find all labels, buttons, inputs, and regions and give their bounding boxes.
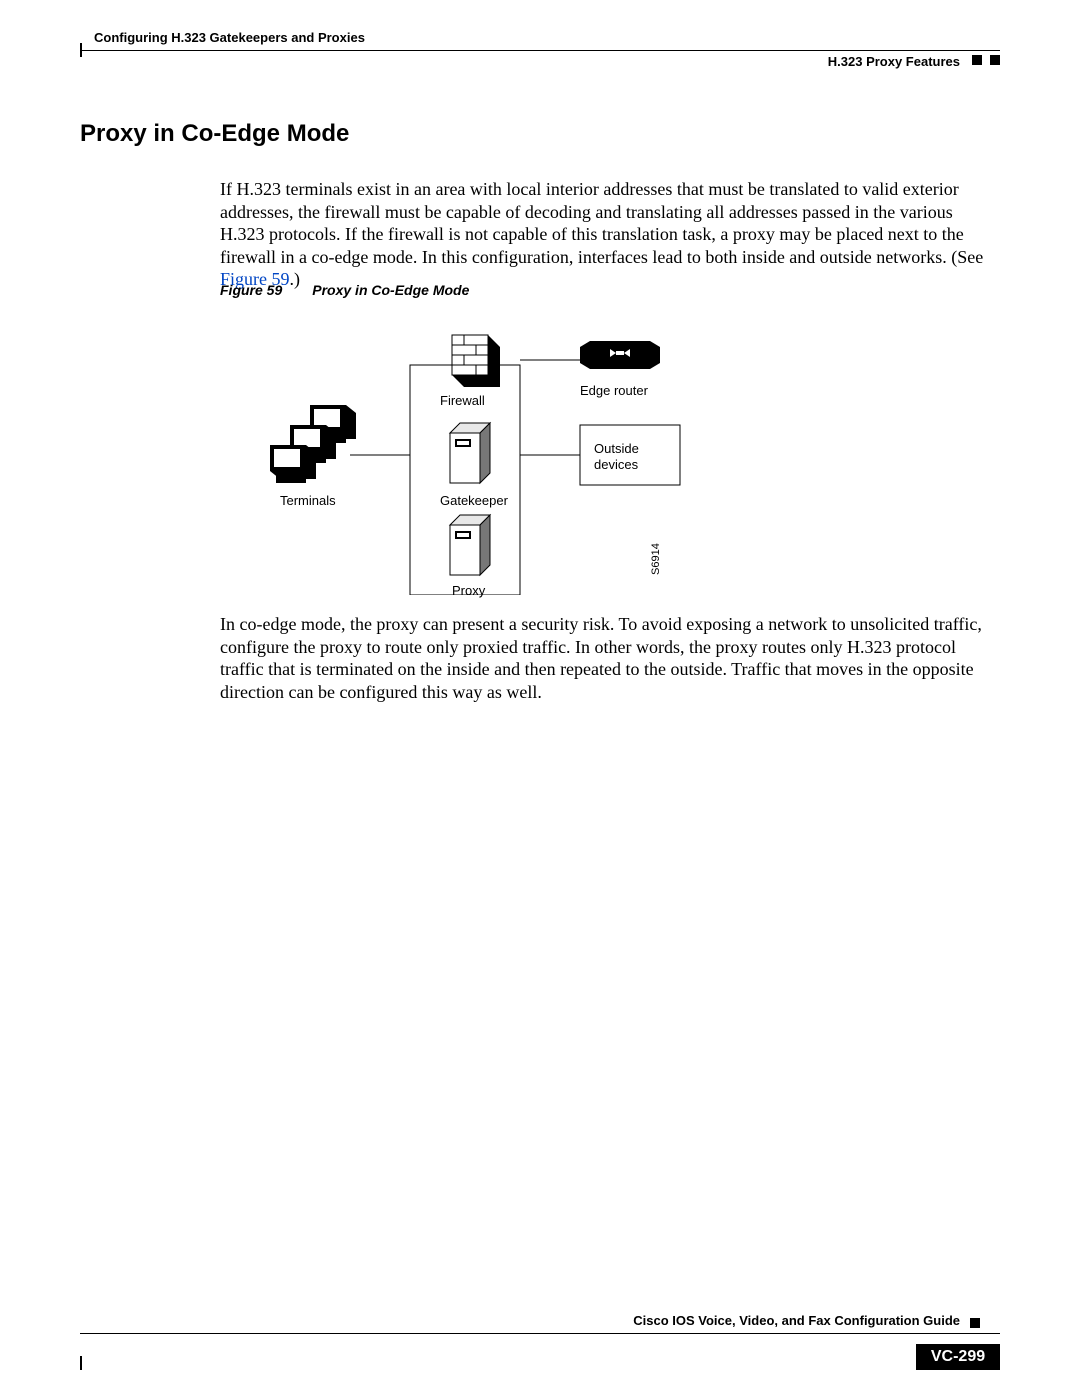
terminals-label: Terminals: [280, 493, 336, 508]
page: Configuring H.323 Gatekeepers and Proxie…: [80, 30, 1000, 1370]
header-chapter: Configuring H.323 Gatekeepers and Proxie…: [94, 30, 365, 45]
gatekeeper-label: Gatekeeper: [440, 493, 508, 508]
footer-rule: [80, 1333, 1000, 1334]
edge-router-label: Edge router: [580, 383, 648, 398]
intro-paragraph: If H.323 terminals exist in an area with…: [220, 178, 1000, 291]
terminals-icon: [270, 405, 356, 483]
diagram: Firewall Edge router Terminals Gatekeepe…: [220, 305, 740, 595]
header-section: H.323 Proxy Features: [828, 54, 960, 69]
figure-code: S6914: [650, 543, 662, 575]
footer-guide: Cisco IOS Voice, Video, and Fax Configur…: [633, 1313, 960, 1328]
edge-router-icon: [580, 341, 660, 369]
header-square-icon: [990, 55, 1000, 65]
proxy-icon: [450, 515, 490, 575]
header-rule: [80, 50, 1000, 51]
gatekeeper-icon: [450, 423, 490, 483]
firewall-icon: [452, 335, 500, 387]
figure-caption-label: Figure 59: [220, 282, 282, 298]
body-paragraph: In co-edge mode, the proxy can present a…: [220, 613, 1000, 703]
figure-caption: Figure 59 Proxy in Co-Edge Mode: [220, 282, 469, 298]
header-square-icon: [972, 55, 982, 65]
footer-square-icon: [970, 1318, 980, 1328]
figure-caption-title: Proxy in Co-Edge Mode: [312, 282, 469, 298]
firewall-label: Firewall: [440, 393, 485, 408]
diagram-svg: [220, 305, 740, 595]
intro-text: If H.323 terminals exist in an area with…: [220, 179, 983, 267]
section-title: Proxy in Co-Edge Mode: [80, 120, 349, 148]
page-number-badge: VC-299: [916, 1344, 1000, 1370]
proxy-label: Proxy: [452, 583, 485, 598]
devices-label: devices: [594, 457, 638, 472]
outside-label: Outside: [594, 441, 639, 456]
footer-tick: [80, 1356, 82, 1370]
